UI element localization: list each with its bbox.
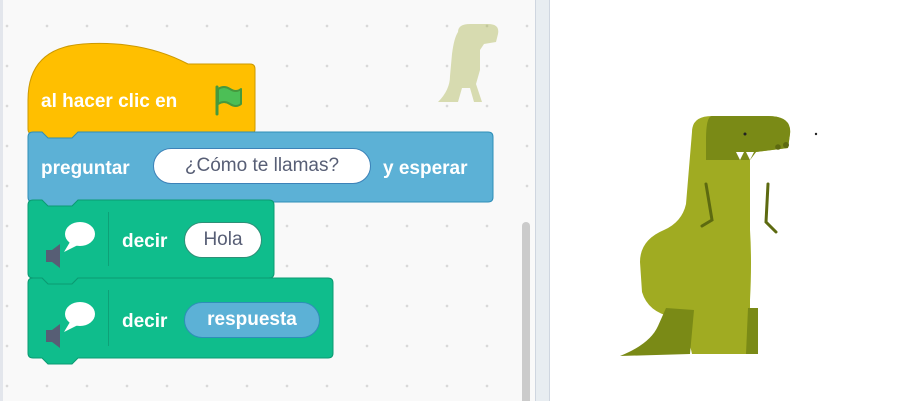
vertical-scrollbar[interactable] xyxy=(522,222,530,401)
stage[interactable] xyxy=(550,0,900,401)
sprite-ghost-icon xyxy=(438,24,499,102)
say-block-hola[interactable]: decir Hola xyxy=(27,199,278,286)
ask-block-suffix: y esperar xyxy=(383,158,468,179)
say-block-label: decir xyxy=(122,231,168,252)
code-area[interactable]: al hacer clic en preguntar ¿Cómo te llam… xyxy=(0,0,535,401)
block-separator xyxy=(108,290,109,346)
say-message-input[interactable]: Hola xyxy=(184,222,262,258)
block-separator xyxy=(108,212,109,266)
palette-edge xyxy=(0,0,3,401)
answer-reporter[interactable]: respuesta xyxy=(184,302,320,338)
when-flag-clicked-block[interactable]: al hacer clic en xyxy=(27,40,258,141)
speech-bubble-icon xyxy=(46,302,95,348)
say-block-label: decir xyxy=(122,311,168,332)
say-block-respuesta[interactable]: decir respuesta xyxy=(27,277,338,368)
speech-bubble-icon xyxy=(46,222,95,268)
hat-block-label: al hacer clic en xyxy=(41,91,178,112)
ask-question-input[interactable]: ¿Cómo te llamas? xyxy=(153,148,371,184)
pane-divider[interactable] xyxy=(535,0,550,401)
green-flag-icon xyxy=(215,85,242,116)
dinosaur-sprite[interactable] xyxy=(620,112,820,362)
ask-block-label: preguntar xyxy=(41,158,130,179)
